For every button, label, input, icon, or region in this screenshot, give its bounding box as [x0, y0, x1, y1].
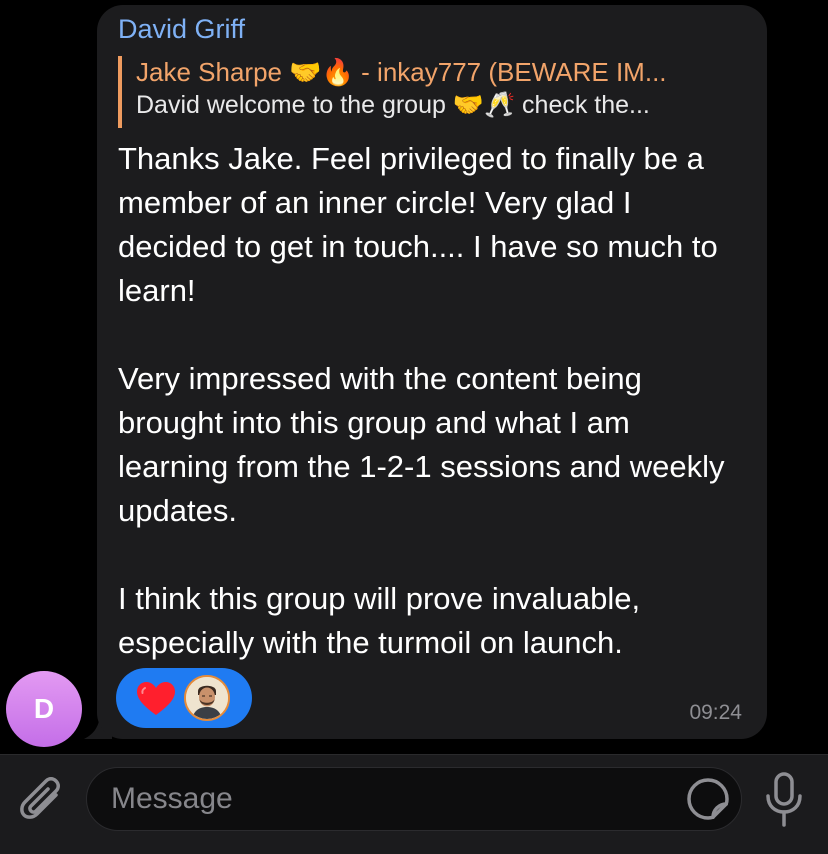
chat-area: David Griff Jake Sharpe 🤝🔥 - inkay777 (B…: [0, 0, 828, 754]
microphone-icon[interactable]: [762, 771, 806, 829]
message-paragraph: I think this group will prove invaluable…: [118, 581, 641, 660]
message-time: 09:24: [689, 701, 742, 724]
message-paragraph: Very impressed with the content being br…: [118, 361, 725, 528]
message-bubble[interactable]: David Griff Jake Sharpe 🤝🔥 - inkay777 (B…: [97, 5, 767, 739]
reactor-photo: [186, 677, 228, 719]
message-paragraph: Thanks Jake. Feel privileged to finally …: [118, 141, 718, 308]
sender-name[interactable]: David Griff: [118, 14, 245, 45]
reactor-avatar[interactable]: [184, 675, 230, 721]
paperclip-icon[interactable]: [18, 775, 68, 829]
reply-text: David welcome to the group 🤝🥂 check the.…: [136, 91, 650, 119]
sender-avatar[interactable]: D: [6, 671, 82, 747]
sticker-icon[interactable]: [686, 777, 730, 821]
reply-quote[interactable]: Jake Sharpe 🤝🔥 - inkay777 (BEWARE IM... …: [118, 56, 743, 128]
message-input[interactable]: [86, 767, 742, 831]
reply-author: Jake Sharpe 🤝🔥 - inkay777 (BEWARE IM...: [136, 57, 667, 87]
heart-icon: [137, 682, 175, 715]
composer-bar: [0, 754, 828, 854]
message-text: Thanks Jake. Feel privileged to finally …: [118, 137, 748, 665]
reaction-pill[interactable]: [116, 668, 252, 728]
